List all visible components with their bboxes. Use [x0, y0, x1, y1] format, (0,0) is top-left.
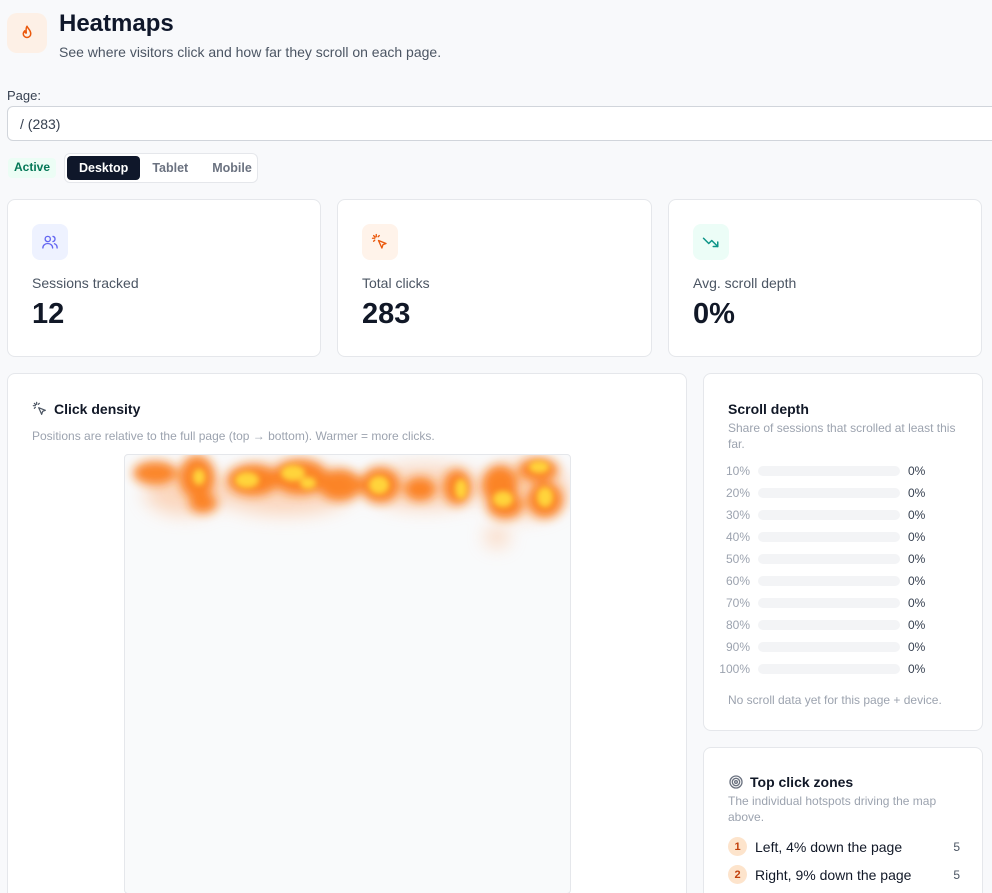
zone-rank-badge: 2	[728, 865, 747, 884]
scroll-row: 80% 0%	[714, 618, 944, 632]
scroll-row: 100% 0%	[714, 662, 944, 676]
device-toggle: Desktop Tablet Mobile	[64, 153, 258, 183]
scroll-threshold: 100%	[719, 662, 750, 676]
scroll-row: 60% 0%	[714, 574, 944, 588]
status-badge: Active	[8, 158, 57, 178]
device-mobile-button[interactable]: Mobile	[200, 156, 264, 180]
scroll-value: 0%	[908, 596, 926, 610]
scroll-value: 0%	[908, 640, 926, 654]
section-title-text: Top click zones	[750, 774, 854, 790]
zone-label: Right, 9% down the page	[755, 866, 912, 883]
scroll-threshold: 70%	[725, 596, 750, 610]
page-title: Heatmaps	[59, 10, 174, 37]
pointer-click-icon	[32, 401, 46, 415]
users-icon	[32, 224, 68, 260]
scroll-depth-panel: Scroll depth Share of sessions that scro…	[703, 373, 983, 731]
scroll-row: 10% 0%	[714, 464, 944, 478]
stat-label: Avg. scroll depth	[693, 275, 797, 291]
scroll-threshold: 80%	[725, 618, 750, 632]
scroll-value: 0%	[908, 552, 926, 566]
click-density-panel: Click density Positions are relative to …	[7, 373, 687, 893]
scroll-value: 0%	[908, 464, 926, 478]
pointer-click-icon	[362, 224, 398, 260]
stat-value: 0%	[693, 298, 735, 330]
scroll-bar	[758, 466, 900, 476]
scroll-threshold: 60%	[725, 574, 750, 588]
scroll-row: 50% 0%	[714, 552, 944, 566]
scroll-bar	[758, 642, 900, 652]
scroll-threshold: 50%	[725, 552, 750, 566]
scroll-row: 40% 0%	[714, 530, 944, 544]
zone-count: 5	[953, 839, 960, 854]
scroll-threshold: 40%	[725, 530, 750, 544]
zone-count: 5	[953, 867, 960, 882]
page-header: Heatmaps See where visitors click and ho…	[7, 10, 441, 60]
stat-card-clicks: Total clicks 283	[337, 199, 652, 357]
stat-label: Total clicks	[362, 275, 430, 291]
stat-value: 283	[362, 298, 411, 330]
zone-rank-badge: 1	[728, 837, 747, 856]
click-density-subtitle: Positions are relative to the full page …	[32, 429, 435, 443]
scroll-bar	[758, 510, 900, 520]
scroll-row: 20% 0%	[714, 486, 944, 500]
scroll-bar	[758, 554, 900, 564]
scroll-value: 0%	[908, 530, 926, 544]
scroll-empty-note: No scroll data yet for this page + devic…	[728, 693, 942, 707]
scroll-bar	[758, 620, 900, 630]
stat-value: 12	[32, 298, 65, 330]
page-picker-label: Page:	[7, 88, 41, 103]
scroll-value: 0%	[908, 574, 926, 588]
heatmap-overlay	[133, 455, 570, 547]
top-zones-title: Top click zones	[728, 774, 853, 790]
scroll-value: 0%	[908, 618, 926, 632]
scroll-bar	[758, 664, 900, 674]
click-density-title: Click density	[32, 401, 140, 417]
flame-icon	[7, 13, 47, 53]
page-subtitle: See where visitors click and how far the…	[59, 44, 442, 60]
scroll-bar	[758, 488, 900, 498]
scroll-bar	[758, 532, 900, 542]
stat-card-sessions: Sessions tracked 12	[7, 199, 321, 357]
scroll-row: 30% 0%	[714, 508, 944, 522]
scroll-value: 0%	[908, 486, 926, 500]
zone-label: Left, 4% down the page	[755, 838, 903, 855]
scroll-threshold: 90%	[725, 640, 750, 654]
page-select[interactable]: / (283)	[7, 106, 992, 141]
click-zone-item[interactable]: 1 Left, 4% down the page 5	[728, 837, 960, 856]
scroll-threshold: 20%	[725, 486, 750, 500]
scroll-row: 90% 0%	[714, 640, 944, 654]
scroll-value: 0%	[908, 662, 926, 676]
target-icon	[729, 775, 743, 789]
scroll-value: 0%	[908, 508, 926, 522]
section-title-text: Click density	[54, 401, 141, 417]
scroll-depth-title: Scroll depth	[728, 401, 809, 417]
scroll-row: 70% 0%	[714, 596, 944, 610]
heatmap-canvas	[124, 454, 571, 893]
scroll-bar	[758, 598, 900, 608]
scroll-threshold: 10%	[725, 464, 750, 478]
top-click-zones-panel: Top click zones The individual hotspots …	[703, 747, 983, 893]
scroll-depth-subtitle: Share of sessions that scrolled at least…	[728, 421, 956, 451]
stat-card-scroll: Avg. scroll depth 0%	[668, 199, 982, 357]
device-desktop-button[interactable]: Desktop	[67, 156, 141, 180]
stat-label: Sessions tracked	[32, 275, 139, 291]
device-tablet-button[interactable]: Tablet	[140, 156, 200, 180]
scroll-bar	[758, 576, 900, 586]
top-zones-subtitle: The individual hotspots driving the map …	[728, 794, 937, 824]
trending-down-icon	[693, 224, 729, 260]
scroll-threshold: 30%	[725, 508, 750, 522]
click-zone-item[interactable]: 2 Right, 9% down the page 5	[728, 865, 960, 884]
